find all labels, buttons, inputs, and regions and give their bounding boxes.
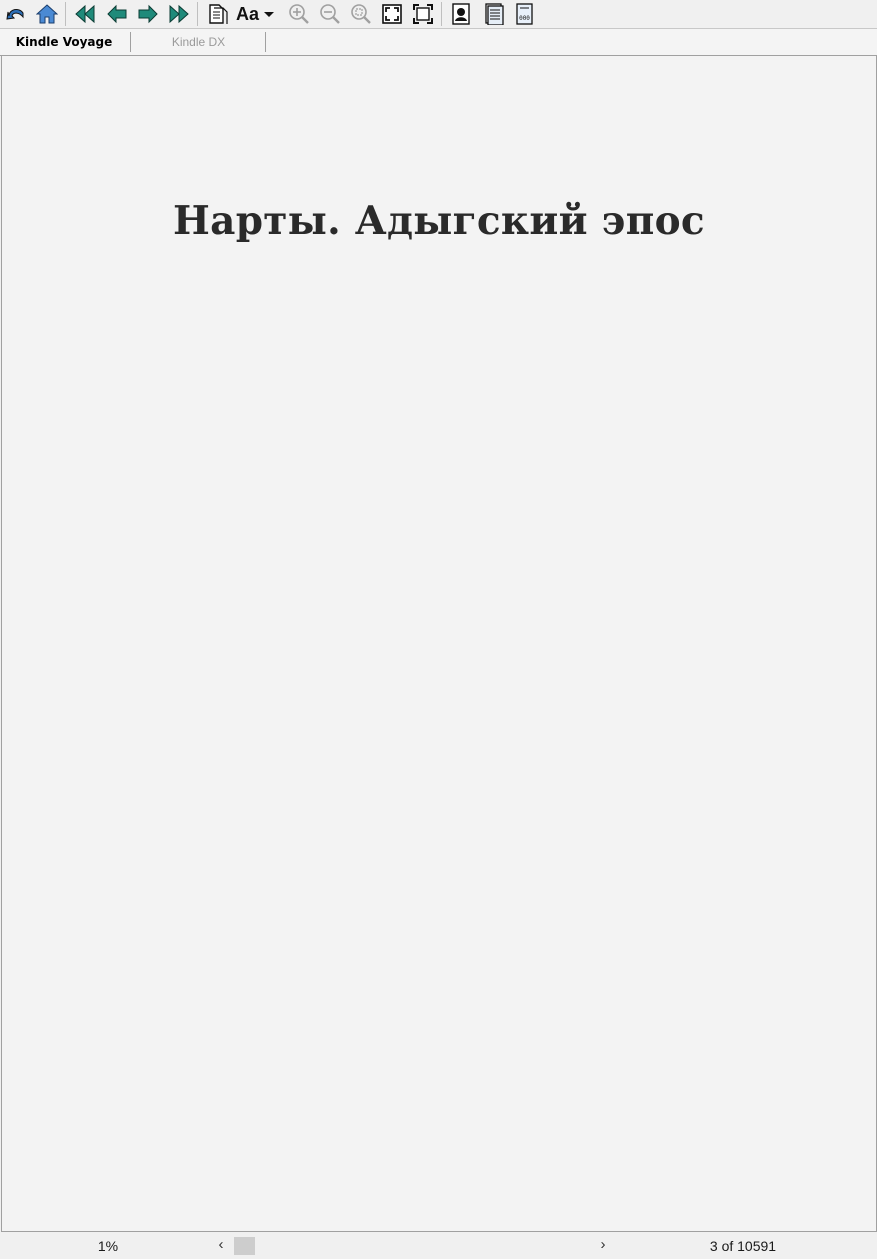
page-setup-button[interactable]	[204, 1, 230, 27]
last-page-icon	[169, 4, 189, 24]
cover-view-button[interactable]	[448, 1, 474, 27]
zoom-out-icon	[320, 4, 340, 24]
book-info-button[interactable]: 000	[511, 1, 537, 27]
text-view-icon	[485, 3, 504, 25]
font-icon: Aa	[236, 3, 260, 24]
progress-percent: 1%	[97, 1238, 119, 1254]
undo-icon	[6, 8, 24, 20]
first-page-button[interactable]	[72, 1, 98, 27]
first-page-icon	[75, 4, 95, 24]
previous-page-button[interactable]	[104, 1, 130, 27]
device-tabs: Kindle Voyage Kindle DX	[0, 29, 877, 56]
next-page-button[interactable]	[135, 1, 161, 27]
toolbar: Aa 000	[0, 0, 877, 29]
fit-screen-icon	[382, 4, 402, 24]
zoom-in-icon	[289, 4, 309, 24]
tab-kindle-dx[interactable]: Kindle DX	[132, 29, 265, 55]
cover-view-icon	[452, 3, 470, 25]
fit-screen-button[interactable]	[379, 1, 405, 27]
last-page-button[interactable]	[166, 1, 192, 27]
page-indicator: 3 of 10591	[709, 1238, 777, 1254]
home-button[interactable]	[34, 1, 60, 27]
fit-width-icon	[413, 4, 433, 24]
chevron-down-icon	[264, 12, 275, 17]
next-page-icon	[138, 4, 158, 24]
scroll-right-button[interactable]: ›	[595, 1236, 611, 1254]
zoom-reset-icon	[351, 4, 371, 24]
font-button[interactable]: Aa	[236, 1, 282, 27]
zoom-out-button[interactable]	[317, 1, 343, 27]
previous-page-icon	[107, 4, 127, 24]
svg-text:000: 000	[519, 15, 530, 22]
page-setup-icon	[209, 4, 228, 24]
zoom-in-button[interactable]	[286, 1, 312, 27]
book-page: Нарты. Адыгский эпос	[1, 56, 877, 1232]
status-bar: 1% ‹ › 3 of 10591	[0, 1233, 877, 1259]
scrollbar-thumb[interactable]	[234, 1237, 255, 1255]
fit-width-button[interactable]	[410, 1, 436, 27]
text-view-button[interactable]	[480, 1, 506, 27]
page-title: Нарты. Адыгский эпос	[173, 198, 705, 244]
home-icon	[36, 4, 58, 24]
tab-kindle-voyage[interactable]: Kindle Voyage	[0, 29, 128, 55]
scroll-left-button[interactable]: ‹	[213, 1236, 229, 1254]
book-info-icon: 000	[516, 3, 533, 25]
zoom-reset-button[interactable]	[348, 1, 374, 27]
undo-button[interactable]	[3, 1, 29, 27]
